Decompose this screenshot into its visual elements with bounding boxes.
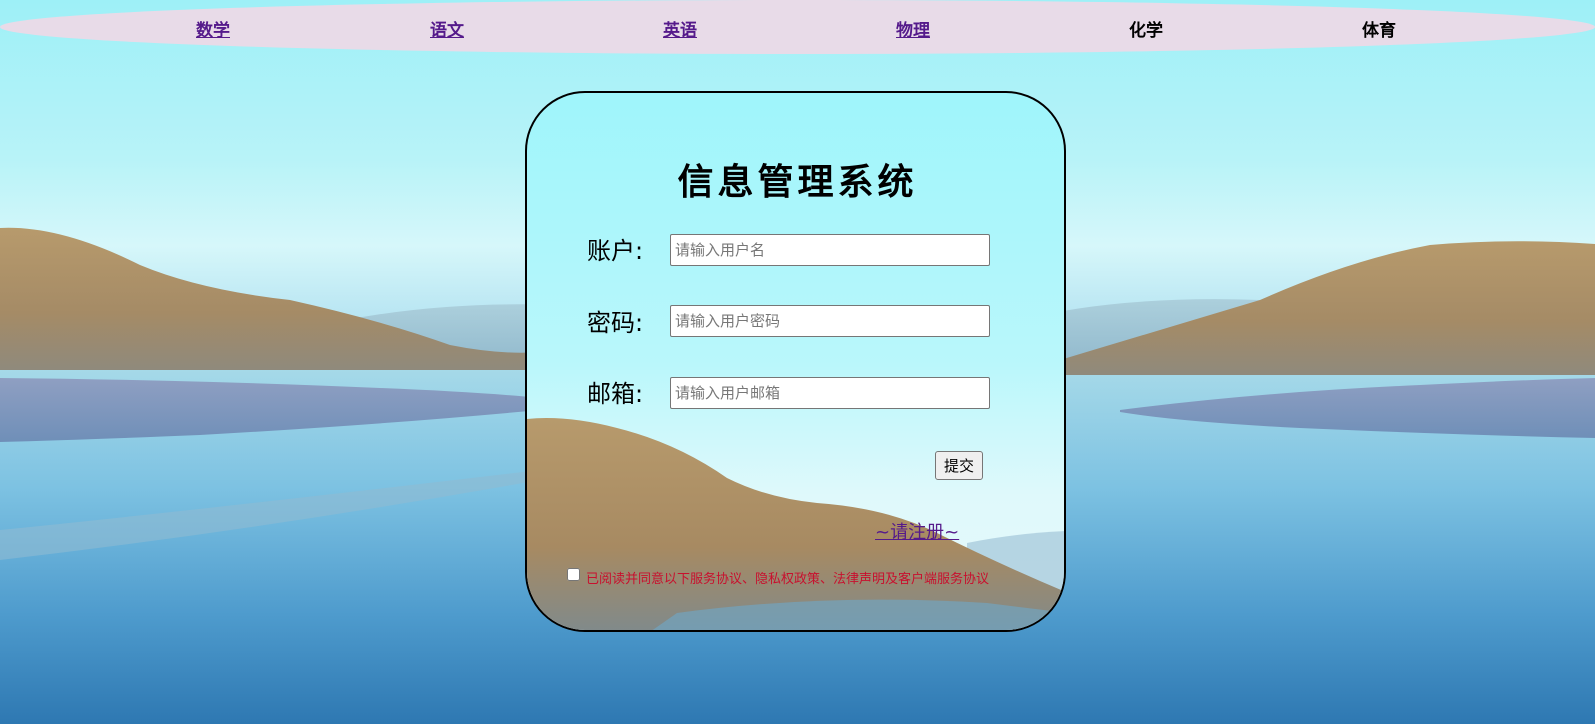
agreement-text: 已阅读并同意以下服务协议、隐私权政策、法律声明及客户端服务协议 (586, 572, 990, 587)
nav-item-pe: 体育 (1362, 21, 1396, 41)
nav-link-english[interactable]: 英语 (640, 16, 720, 41)
page-title: 信息管理系统 (677, 161, 918, 203)
account-label: 账户: (587, 237, 644, 265)
register-link[interactable]: ~请注册~ (875, 518, 959, 544)
account-input[interactable] (670, 234, 990, 266)
password-input[interactable] (670, 305, 990, 337)
top-nav: 数学 语文 英语 物理 化学 体育 (0, 0, 1595, 54)
password-label: 密码: (587, 309, 644, 337)
nav-item-chemistry: 化学 (1129, 21, 1163, 41)
nav-link-physics[interactable]: 物理 (873, 16, 953, 41)
nav-link-chinese[interactable]: 语文 (407, 16, 487, 41)
login-card: 信息管理系统 账户: 密码: 邮箱: 提交 ~请注册~ 已阅读并同意以下服务协议… (525, 91, 1066, 632)
email-input[interactable] (670, 377, 990, 409)
nav-link-math[interactable]: 数学 (173, 16, 253, 41)
email-label: 邮箱: (587, 380, 644, 408)
agreement-checkbox[interactable] (567, 568, 580, 581)
submit-button[interactable]: 提交 (935, 451, 983, 480)
